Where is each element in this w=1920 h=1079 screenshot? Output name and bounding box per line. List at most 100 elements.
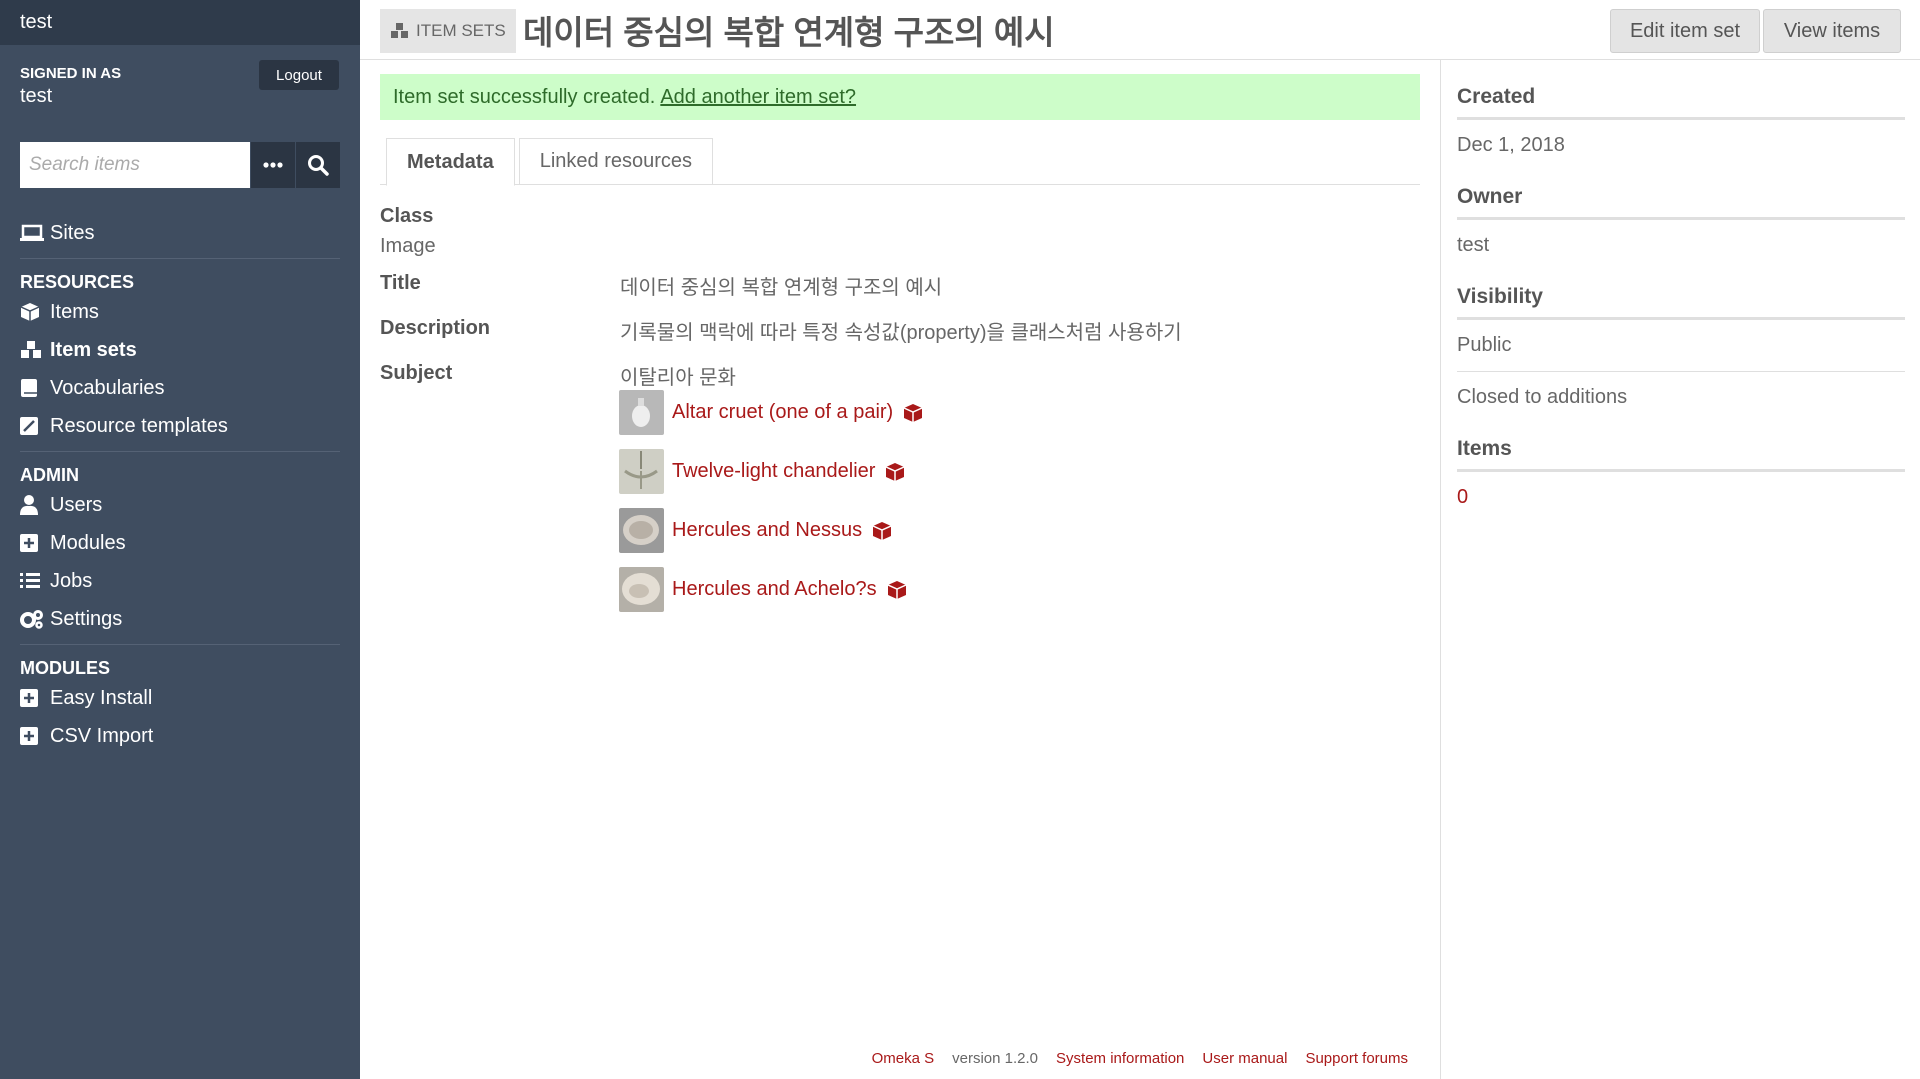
success-message: Item set successfully created. Add anoth… (380, 74, 1420, 120)
search-button[interactable] (296, 142, 340, 188)
visibility-heading: Visibility (1457, 285, 1905, 320)
modules-heading: MODULES (20, 658, 110, 678)
main-nav: Sites RESOURCES Items Item sets Vocabula… (20, 214, 340, 755)
system-info-link[interactable]: System information (1056, 1050, 1184, 1067)
omeka-link[interactable]: Omeka S (872, 1050, 935, 1067)
nav-items-label: Items (50, 300, 99, 323)
page-header: ITEM SETS 데이터 중심의 복합 연계형 구조의 예시 Edit ite… (360, 0, 1920, 60)
advanced-search-button[interactable] (251, 142, 295, 188)
search-input[interactable]: Search items (20, 142, 250, 188)
additions-value: Closed to additions (1457, 386, 1628, 408)
user-panel: SIGNED IN AS test Logout (0, 45, 360, 137)
plus-square-icon (20, 727, 38, 745)
nav-settings-label: Settings (50, 607, 123, 630)
linked-item-name: Twelve-light chandelier (672, 460, 876, 482)
owner-heading: Owner (1457, 185, 1905, 220)
nav-item-sets[interactable]: Item sets (20, 331, 340, 369)
tasks-icon (20, 573, 40, 588)
view-items-button[interactable]: View items (1763, 9, 1901, 53)
created-heading: Created (1457, 85, 1905, 120)
nav-users[interactable]: Users (20, 486, 340, 524)
nav-vocabularies-label: Vocabularies (50, 376, 165, 399)
page-title: 데이터 중심의 복합 연계형 구조의 예시 (523, 14, 1055, 51)
title-label: Title (380, 272, 421, 294)
nav-settings[interactable]: Settings (20, 600, 340, 638)
nav-modules-label: Modules (50, 531, 126, 554)
book-icon (21, 379, 37, 397)
linked-items-list: Altar cruet (one of a pair) Twelve-light… (619, 383, 923, 619)
nav-vocabularies[interactable]: Vocabularies (20, 369, 340, 407)
thumbnail (619, 390, 664, 435)
cubes-icon (391, 23, 408, 38)
nav-modules[interactable]: Modules (20, 524, 340, 562)
created-value: Dec 1, 2018 (1457, 134, 1565, 156)
class-label: Class (380, 205, 434, 227)
class-value: Image (380, 235, 436, 257)
search-form: Search items (20, 142, 340, 188)
support-forums-link[interactable]: Support forums (1305, 1050, 1408, 1067)
linked-item-name: Altar cruet (one of a pair) (672, 401, 894, 423)
info-sidebar: Created Dec 1, 2018 Owner test Visibilit… (1440, 60, 1920, 1079)
list-item[interactable]: Twelve-light chandelier (619, 442, 923, 501)
site-name[interactable]: test (0, 0, 360, 45)
cubes-icon (21, 341, 41, 358)
description-label: Description (380, 317, 491, 339)
nav-csv-import-label: CSV Import (50, 724, 154, 747)
cube-icon (887, 580, 906, 599)
cube-icon (886, 462, 905, 481)
footer: Omeka S version 1.2.0 System information… (854, 1050, 1408, 1067)
divider (20, 451, 340, 452)
title-value: 데이터 중심의 복합 연계형 구조의 예시 (620, 277, 943, 299)
cogs-icon (20, 610, 43, 629)
edit-item-set-button[interactable]: Edit item set (1610, 9, 1760, 53)
user-manual-link[interactable]: User manual (1202, 1050, 1287, 1067)
divider (20, 258, 340, 259)
thumbnail (619, 508, 664, 553)
list-item[interactable]: Altar cruet (one of a pair) (619, 383, 923, 442)
nav-resource-templates[interactable]: Resource templates (20, 407, 340, 445)
section-badge: ITEM SETS (380, 9, 516, 53)
subject-label: Subject (380, 362, 453, 384)
logout-button[interactable]: Logout (259, 60, 339, 90)
search-icon (308, 155, 329, 176)
sidebar: test SIGNED IN AS test Logout Search ite… (0, 0, 360, 1079)
admin-heading: ADMIN (20, 465, 79, 485)
linked-item-name: Hercules and Achelo?s (672, 578, 877, 600)
cube-icon (20, 303, 40, 321)
nav-csv-import[interactable]: CSV Import (20, 717, 340, 755)
section-badge-label: ITEM SETS (416, 21, 506, 40)
plus-square-icon (20, 689, 38, 707)
nav-items[interactable]: Items (20, 293, 340, 331)
main-content: Item set successfully created. Add anoth… (380, 74, 1420, 612)
description-value: 기록물의 맥락에 따라 특정 속성값(property)을 클래스처럼 사용하기 (620, 322, 1182, 344)
list-item[interactable]: Hercules and Achelo?s (619, 560, 923, 619)
nav-easy-install-label: Easy Install (50, 686, 153, 709)
nav-resource-templates-label: Resource templates (50, 414, 228, 437)
ellipsis-icon (263, 162, 283, 168)
cube-icon (903, 403, 923, 422)
owner-value: test (1457, 234, 1490, 256)
list-item[interactable]: Hercules and Nessus (619, 501, 923, 560)
nav-jobs-label: Jobs (50, 569, 93, 592)
linked-item-name: Hercules and Nessus (672, 519, 863, 541)
nav-users-label: Users (50, 493, 103, 516)
edit-icon (20, 417, 38, 435)
tab-metadata[interactable]: Metadata (386, 138, 515, 186)
thumbnail (619, 449, 664, 494)
nav-jobs[interactable]: Jobs (20, 562, 340, 600)
nav-sites[interactable]: Sites (20, 214, 340, 252)
add-another-link[interactable]: Add another item set? (660, 86, 856, 109)
laptop-icon (20, 224, 44, 241)
divider (20, 644, 340, 645)
items-count[interactable]: 0 (1457, 472, 1905, 523)
items-heading: Items (1457, 437, 1905, 472)
user-icon (20, 495, 38, 515)
nav-easy-install[interactable]: Easy Install (20, 679, 340, 717)
plus-square-icon (20, 534, 38, 552)
version-text: version 1.2.0 (952, 1050, 1039, 1067)
nav-sites-label: Sites (50, 221, 95, 244)
nav-item-sets-label: Item sets (50, 338, 137, 361)
tab-linked-resources[interactable]: Linked resources (518, 138, 714, 184)
tab-bar: Metadata Linked resources (380, 138, 1420, 186)
thumbnail (619, 567, 664, 612)
